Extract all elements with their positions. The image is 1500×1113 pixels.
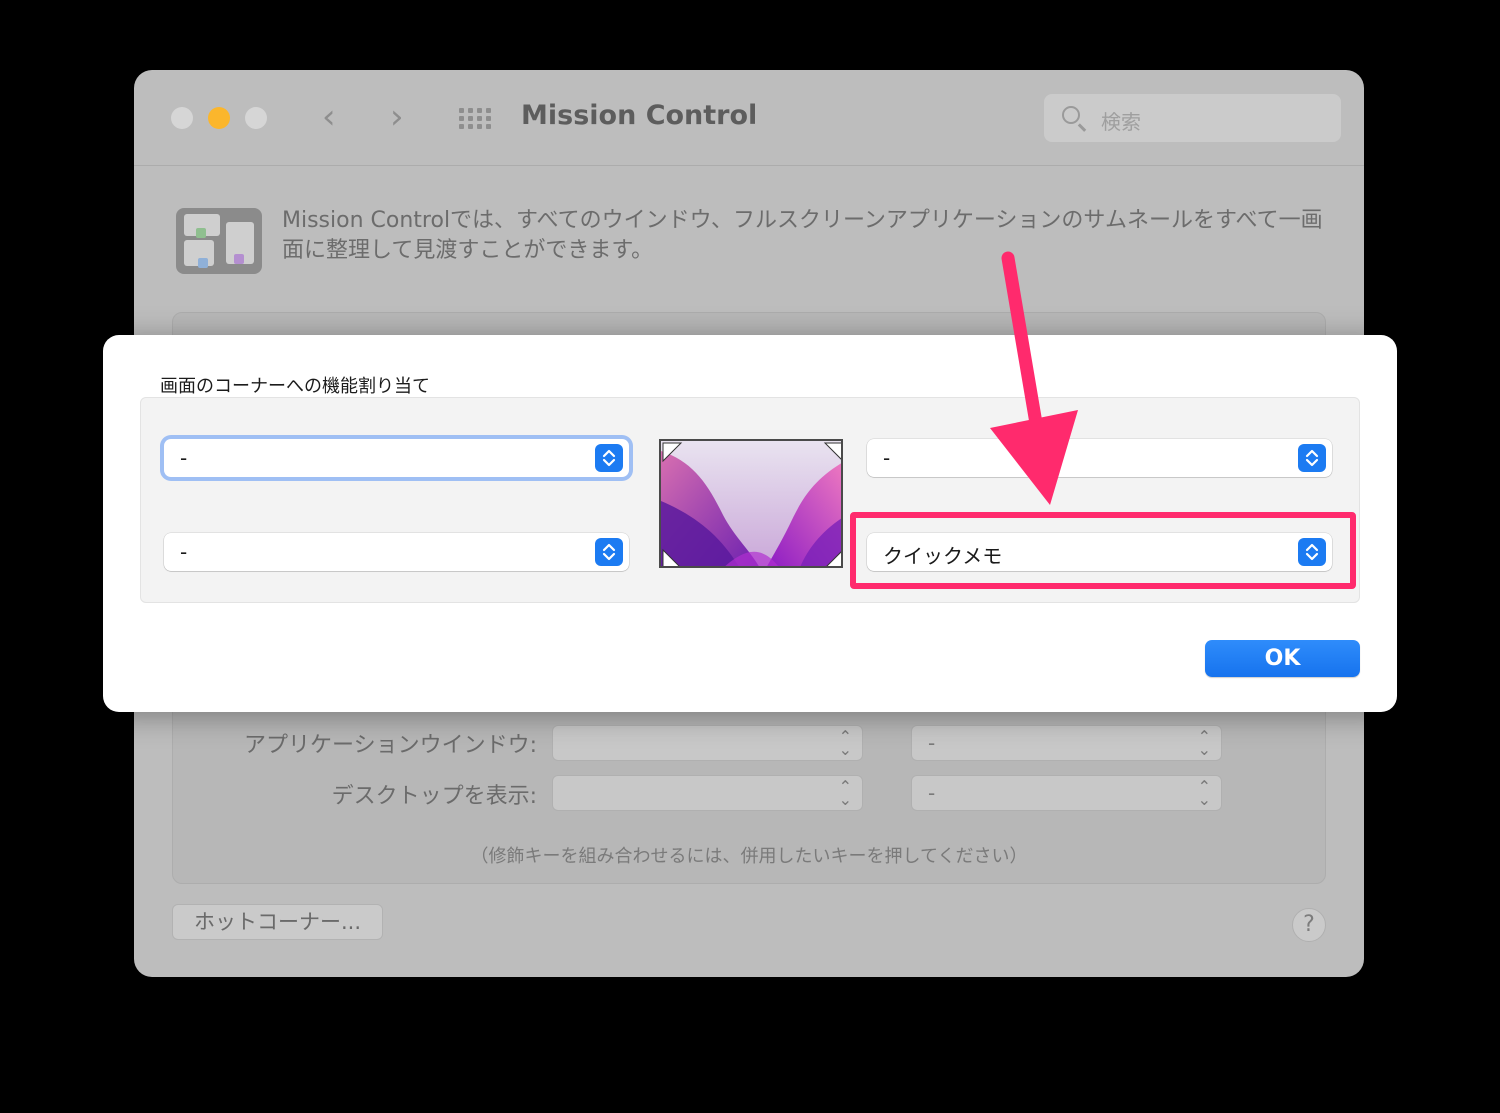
annotation-arrow-icon	[990, 251, 1078, 505]
